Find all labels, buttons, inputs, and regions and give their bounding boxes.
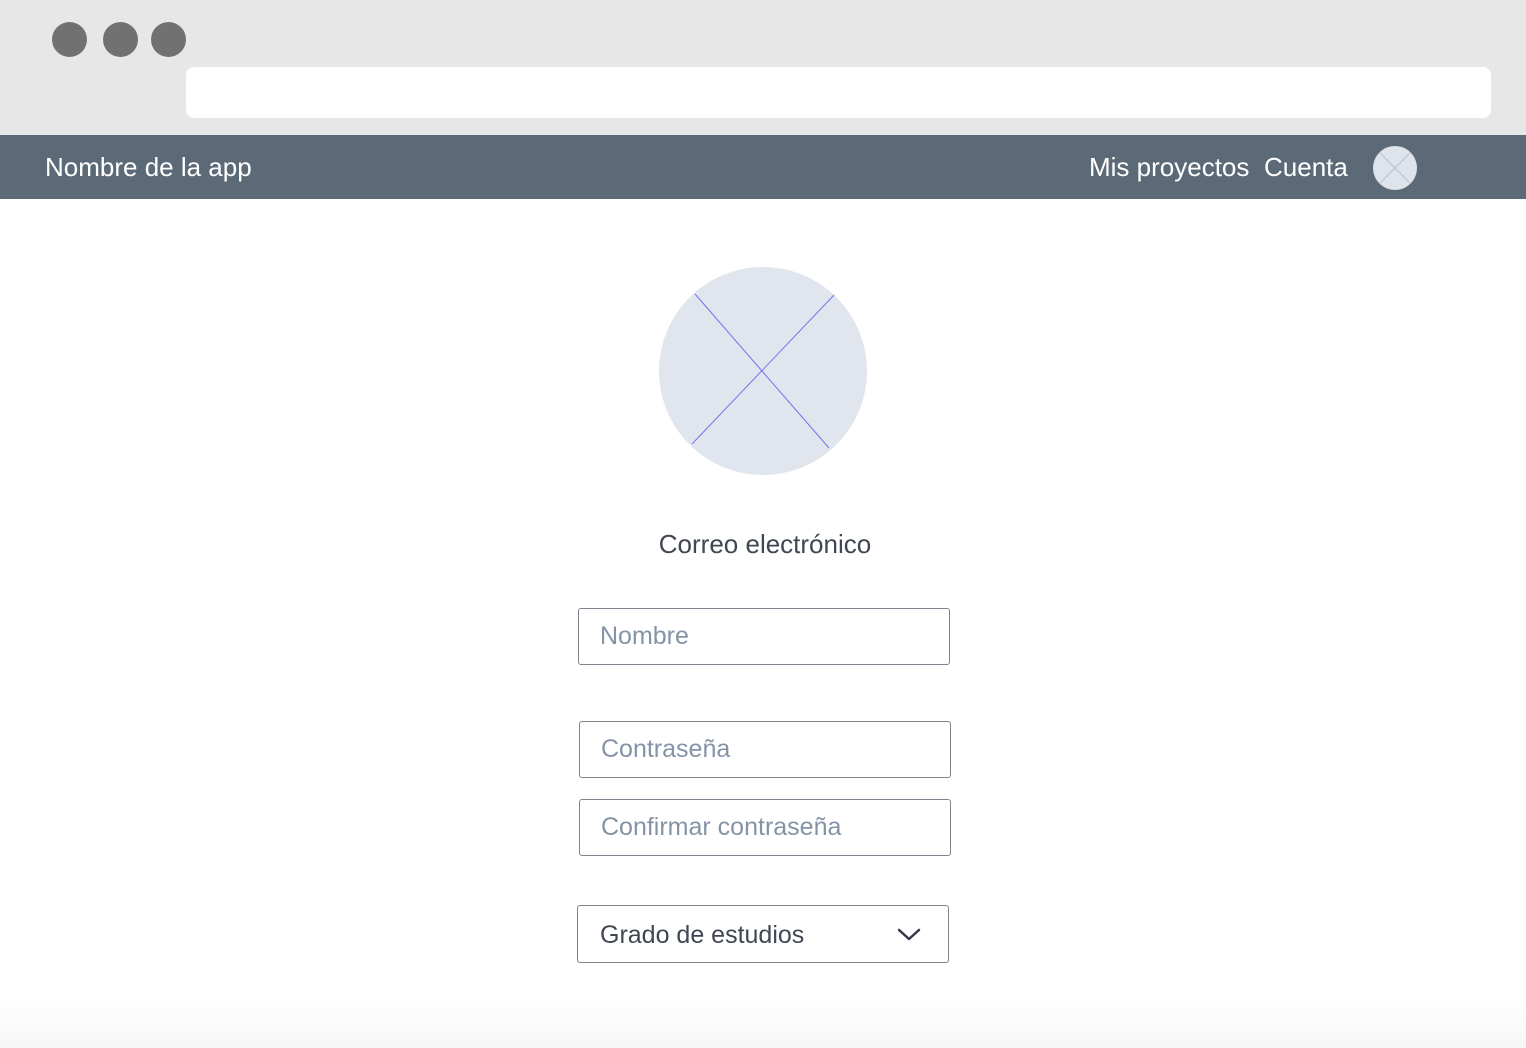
nav-link-mis-proyectos[interactable]: Mis proyectos (1089, 153, 1249, 181)
address-bar[interactable] (186, 67, 1491, 118)
email-label: Correo electrónico (658, 529, 872, 559)
page-bottom-fade (0, 1000, 1526, 1048)
app-navbar: Nombre de la app Mis proyectos Cuenta (0, 135, 1526, 199)
image-placeholder-icon[interactable] (659, 267, 867, 475)
avatar-placeholder-icon[interactable] (1373, 146, 1417, 190)
confirm-password-input[interactable] (579, 799, 951, 856)
education-select-value: Grado de estudios (600, 921, 805, 949)
app-name[interactable]: Nombre de la app (45, 153, 252, 181)
password-input[interactable] (579, 721, 951, 778)
window-minimize-dot[interactable] (103, 22, 138, 57)
window-close-dot[interactable] (52, 22, 87, 57)
nav-link-cuenta[interactable]: Cuenta (1264, 153, 1348, 181)
window-maximize-dot[interactable] (151, 22, 186, 57)
name-input[interactable] (578, 608, 950, 665)
chevron-down-icon (896, 926, 922, 944)
education-select[interactable]: Grado de estudios (577, 905, 949, 963)
browser-window-chrome (0, 0, 1526, 135)
